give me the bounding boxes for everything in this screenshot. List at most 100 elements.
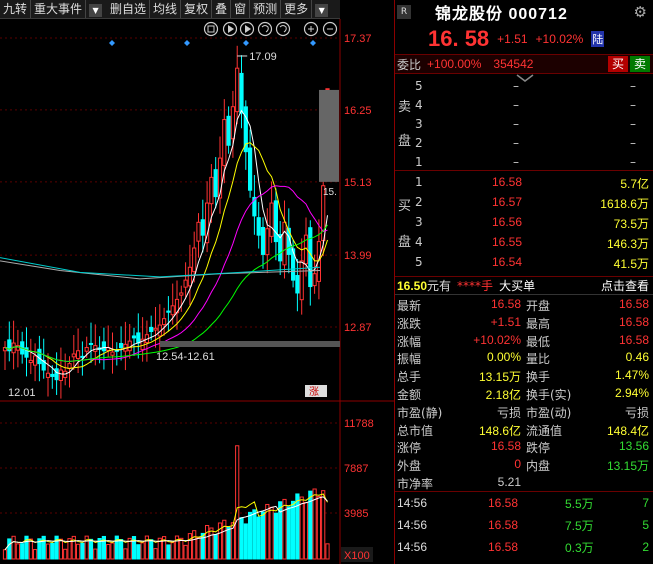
candle-body [282,221,287,266]
candle-body [209,176,214,205]
collapse-arrow-icon[interactable] [395,74,653,84]
limit-up-shade [319,89,339,182]
window-button[interactable]: 窗 [231,0,251,18]
volume-bar [269,506,274,560]
overlay-button[interactable]: 叠 [212,0,232,18]
stat-label: 量比 [526,352,551,367]
candle-body [170,305,175,316]
stat-value: 2.18亿 [485,388,521,402]
volume-bar [226,526,231,560]
view-link[interactable]: 点击查看 [601,277,649,294]
major-events-button[interactable]: 重大事件 [31,0,87,18]
volume-bar [76,543,81,560]
candle-body [299,260,304,301]
buy-volume: 73.5万 [613,217,649,231]
candle-body [192,247,197,273]
sell-side-label: 卖 [398,100,412,115]
volume-bar [140,542,145,560]
stat-label: 涨停 [397,441,422,456]
more-button[interactable]: 更多 [281,0,313,18]
candle-body [131,335,137,339]
volume-bar [179,537,184,560]
volume-unit-label: X100 [344,550,370,562]
events-dropdown-button[interactable]: ▼ [86,0,107,18]
volume-bar [256,516,261,560]
buy-side-label: 盘 [398,235,412,250]
candle-body [153,327,158,331]
buy-price: 16.54 [491,255,522,269]
trade-ticks: 14:56 16.58 5.5万 7 14:56 16.58 7.5万 5 14:56 16.58… [395,492,653,558]
sell-level: 4 [415,98,423,112]
volume-bar [325,543,330,560]
candle-body [101,341,107,352]
volume-bar [252,509,257,560]
stat-label: 总市值 [397,423,434,438]
tag-label: 涨 [309,386,319,398]
candle-body [45,372,51,378]
candle-body [265,228,270,256]
range-label: 12.54-12.61 [156,351,215,363]
candle-body [162,318,167,326]
candle-body [37,348,42,365]
buy-level: 5 [415,255,423,269]
kline-chart[interactable]: 17.37 16.25 15.13 13.99 12.87 11788 7887 3985 X1… [0,19,394,564]
candle-body [222,119,227,166]
volume-bar [205,525,210,560]
moving-average-button[interactable]: 均线 [150,0,182,18]
volume-bar [170,542,175,560]
sell-level: 5 [415,79,423,93]
trade-volume: 0.3万 [565,540,594,555]
volume-bar [248,511,253,560]
big-order-price: 16.50元有 [397,279,452,293]
candle-body [76,350,81,359]
candle-body [239,72,244,114]
sell-level: 2 [415,136,423,150]
stat-value: 0 [514,457,521,472]
trade-volume: 7.5万 [565,518,594,533]
volume-bar [286,506,291,560]
volume-bar [123,548,128,560]
price-change: +1.51 [497,32,528,46]
sell-button[interactable]: 卖 [629,56,650,72]
quote-header: R 锦龙股份 000712 ⚙ [395,0,653,24]
price-tick-label: 13.99 [344,250,372,262]
remove-watchlist-button[interactable]: 删自选 [107,0,151,18]
forecast-button[interactable]: 预测 [250,0,282,18]
candle-body [260,226,266,255]
trade-price: 16.58 [488,540,519,554]
buy-volume: 41.5万 [613,257,649,271]
low-label: 12.01 [8,387,36,399]
candle-body [256,217,261,236]
weibi-label: 委比 [397,57,422,72]
volume-bar [299,496,304,560]
stat-label: 最高 [526,316,551,331]
buy-level: 1 [415,175,423,189]
candle-body [312,273,317,287]
high-label: 17.09 [249,51,277,63]
volume-bar [58,538,63,560]
sell-price: – [513,136,519,150]
sell-level: 3 [415,117,423,131]
chevron-down-icon: ▼ [315,4,329,17]
sell-price: – [513,117,519,131]
more-dropdown-button[interactable]: ▼ [312,0,333,18]
volume-bar [11,535,16,560]
gear-icon[interactable]: ⚙ [634,3,647,21]
volume-tick-label: 3985 [344,508,368,520]
trade-row: 14:56 16.58 5.5万 7 [395,492,653,514]
nine-turn-button[interactable]: 九转 [0,0,32,18]
candle-body [230,106,236,140]
volume-bar [316,496,321,560]
stat-value: 13.15万 [478,370,521,385]
stat-label: 市净率 [397,477,434,491]
candle-body [119,343,124,349]
big-order-hidden: ****手 [457,279,494,293]
candle-body [273,200,278,243]
adjust-price-button[interactable]: 复权 [181,0,213,18]
volume-bar [153,548,158,560]
candle-body [213,169,218,198]
trade-row: 14:56 16.58 0.3万 2 [395,536,653,558]
volume-bar [106,543,111,560]
buy-button[interactable]: 买 [607,56,628,72]
stock-title: 锦龙股份 000712 [435,6,568,23]
